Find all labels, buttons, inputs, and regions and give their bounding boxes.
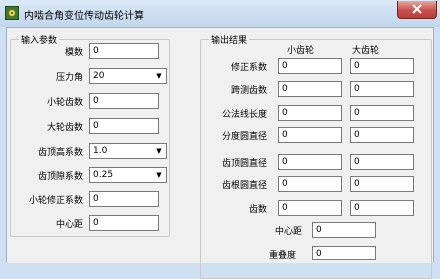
center-distance-input[interactable]: 0 bbox=[89, 215, 159, 231]
output-large-span-teeth[interactable]: 0 bbox=[350, 81, 414, 97]
client-area: 输入参数 模数 0 压力角 20 ▼ 小轮齿数 0 大轮齿数 0 齿顶高系数 1… bbox=[6, 27, 434, 279]
dropdown-arrow-icon[interactable]: ▼ bbox=[153, 145, 165, 157]
output-large-base-tangent[interactable]: 0 bbox=[350, 105, 414, 121]
dropdown-arrow-icon[interactable]: ▼ bbox=[153, 169, 165, 181]
small-shift-coef-label: 小轮修正系数 bbox=[28, 196, 83, 206]
clearance-coef-select[interactable]: 0.25 ▼ bbox=[89, 167, 167, 183]
output-center-distance[interactable]: 0 bbox=[312, 222, 376, 238]
dropdown-arrow-icon[interactable]: ▼ bbox=[153, 70, 165, 82]
output-large-teeth[interactable]: 0 bbox=[350, 200, 414, 216]
output-label-pitch-diameter: 分度圆直径 bbox=[221, 132, 267, 142]
large-teeth-input[interactable]: 0 bbox=[89, 118, 159, 134]
output-label-base-tangent: 公法线长度 bbox=[221, 110, 267, 120]
small-gear-column-header: 小齿轮 bbox=[287, 46, 315, 56]
close-button[interactable] bbox=[397, 1, 437, 19]
output-label-teeth: 齿数 bbox=[248, 205, 267, 215]
output-small-tip-diameter[interactable]: 0 bbox=[278, 154, 342, 170]
clearance-coef-value: 0.25 bbox=[93, 170, 114, 180]
small-shift-coef-input[interactable]: 0 bbox=[89, 191, 159, 207]
pressure-angle-value: 20 bbox=[93, 71, 105, 81]
title-bar: 内啮合角变位传动齿轮计算 bbox=[0, 0, 440, 27]
output-large-shift-coef[interactable]: 0 bbox=[350, 58, 414, 74]
output-label-span-teeth: 跨测齿数 bbox=[230, 86, 267, 96]
addendum-coef-select[interactable]: 1.0 ▼ bbox=[89, 143, 167, 159]
center-distance-label: 中心距 bbox=[55, 220, 83, 230]
clearance-coef-label: 齿顶隙系数 bbox=[37, 172, 83, 182]
large-gear-column-header: 大齿轮 bbox=[352, 46, 380, 56]
large-teeth-label: 大轮齿数 bbox=[46, 123, 83, 133]
modulus-label: 模数 bbox=[64, 48, 83, 58]
modulus-input[interactable]: 0 bbox=[89, 43, 159, 59]
output-small-base-tangent[interactable]: 0 bbox=[278, 105, 342, 121]
output-small-shift-coef[interactable]: 0 bbox=[278, 58, 342, 74]
output-label-tip-diameter: 齿顶圆直径 bbox=[221, 159, 267, 169]
addendum-coef-label: 齿顶高系数 bbox=[37, 148, 83, 158]
window-title: 内啮合角变位传动齿轮计算 bbox=[24, 11, 144, 22]
output-small-root-diameter[interactable]: 0 bbox=[278, 176, 342, 192]
small-teeth-input[interactable]: 0 bbox=[89, 93, 159, 109]
output-large-root-diameter[interactable]: 0 bbox=[350, 176, 414, 192]
pressure-angle-label: 压力角 bbox=[55, 73, 83, 83]
output-label-root-diameter: 齿根圆直径 bbox=[221, 181, 267, 191]
small-teeth-label: 小轮齿数 bbox=[46, 98, 83, 108]
output-label-shift-coef: 修正系数 bbox=[230, 63, 267, 73]
output-overlap[interactable]: 0 bbox=[312, 246, 376, 260]
output-small-pitch-diameter[interactable]: 0 bbox=[278, 127, 342, 143]
output-large-pitch-diameter[interactable]: 0 bbox=[350, 127, 414, 143]
output-overlap-label: 重叠度 bbox=[268, 251, 296, 261]
close-icon bbox=[412, 4, 422, 14]
output-large-tip-diameter[interactable]: 0 bbox=[350, 154, 414, 170]
pressure-angle-select[interactable]: 20 ▼ bbox=[89, 68, 167, 84]
output-small-teeth[interactable]: 0 bbox=[278, 200, 342, 216]
output-center-distance-label: 中心距 bbox=[274, 227, 302, 237]
output-small-span-teeth[interactable]: 0 bbox=[278, 81, 342, 97]
output-group-title: 输出结果 bbox=[209, 33, 250, 46]
addendum-coef-value: 1.0 bbox=[93, 146, 108, 156]
gear-app-icon bbox=[5, 6, 19, 20]
